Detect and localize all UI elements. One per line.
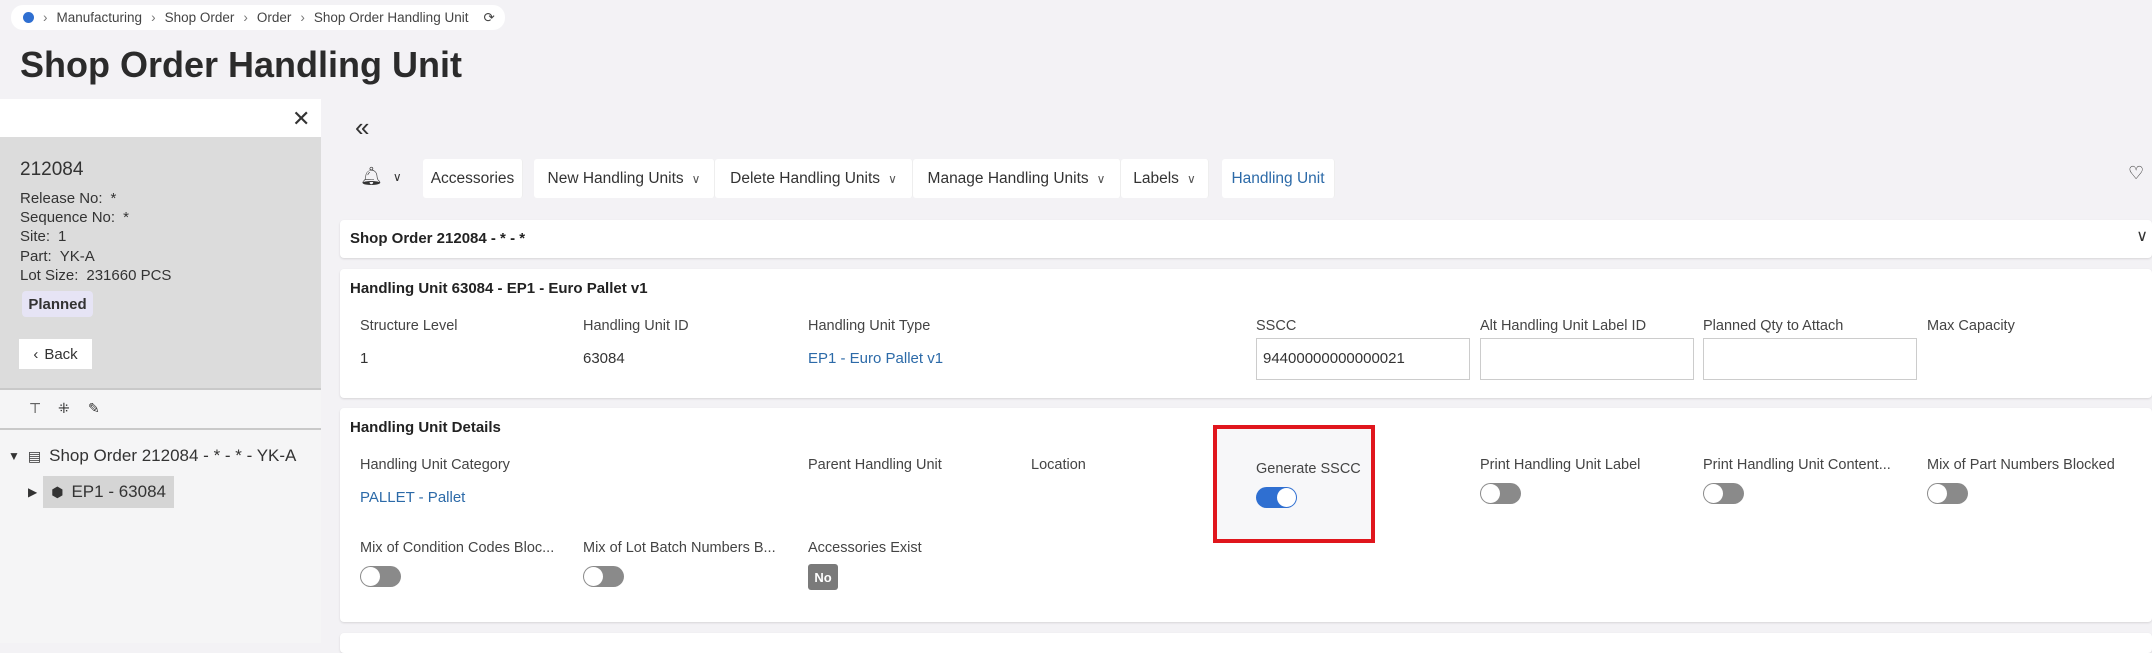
card-title: Handling Unit Details — [350, 419, 501, 436]
next-card — [340, 633, 2152, 653]
category-link[interactable]: PALLET - Pallet — [360, 489, 465, 506]
chevron-right-icon: › — [151, 10, 156, 25]
print-hu-content-label: Print Handling Unit Content... — [1703, 457, 1891, 473]
mix-part-label: Mix of Part Numbers Blocked — [1927, 457, 2115, 473]
document-icon: ▤ — [27, 447, 42, 464]
pin-icon[interactable]: ⊤ — [29, 400, 41, 417]
tree-panel — [0, 388, 321, 643]
generate-sscc-label: Generate SSCC — [1256, 461, 1361, 477]
left-panel-header — [0, 99, 321, 137]
home-icon[interactable] — [23, 12, 34, 23]
caret-down-icon[interactable]: ▼ — [8, 449, 20, 463]
new-handling-units-button[interactable]: New Handling Units ∨ — [534, 159, 715, 198]
page-title: Shop Order Handling Unit — [20, 44, 462, 85]
package-icon: ⬢ — [51, 483, 64, 500]
planned-qty-label: Planned Qty to Attach — [1703, 318, 1844, 334]
tree-item-handling-unit[interactable]: ▶ ⬢ EP1 - 63084 — [28, 476, 174, 508]
tree-item-shop-order[interactable]: ▼ ▤ Shop Order 212084 - * - * - YK-A — [8, 446, 296, 466]
notifications-button[interactable]: 🔔︎ ∨ — [360, 166, 402, 187]
print-hu-content-toggle[interactable] — [1703, 483, 1744, 504]
bell-icon: 🔔︎ — [360, 166, 383, 186]
breadcrumb-current: Shop Order Handling Unit — [313, 10, 469, 25]
location-label: Location — [1031, 457, 1086, 473]
breadcrumb-order[interactable]: Order — [257, 10, 292, 25]
alt-label-id-label: Alt Handling Unit Label ID — [1480, 318, 1647, 334]
sscc-label: SSCC — [1256, 318, 1297, 334]
chevron-right-icon: › — [300, 10, 305, 25]
accessories-exist-label: Accessories Exist — [808, 540, 922, 556]
breadcrumb-shop-order[interactable]: Shop Order — [165, 10, 235, 25]
part: Part: YK-A — [20, 248, 95, 265]
accessories-button[interactable]: Accessories — [423, 159, 523, 198]
sequence-no: Sequence No: * — [20, 209, 129, 226]
chevron-down-icon: ∨ — [888, 171, 897, 186]
labels-button[interactable]: Labels ∨ — [1121, 159, 1209, 198]
refresh-icon[interactable]: ⟳ — [483, 10, 494, 26]
card-title: Handling Unit 63084 - EP1 - Euro Pallet … — [350, 280, 648, 297]
chevron-right-icon: › — [43, 10, 48, 25]
handling-unit-button[interactable]: Handling Unit — [1222, 159, 1335, 198]
favorite-icon[interactable]: ♡ — [2128, 163, 2144, 184]
category-label: Handling Unit Category — [360, 457, 510, 473]
collapse-panel-icon[interactable]: « — [355, 112, 369, 143]
card-title: Shop Order 212084 - * - * — [350, 230, 526, 247]
chevron-down-icon: ∨ — [1096, 171, 1106, 186]
hu-id-value: 63084 — [583, 350, 625, 367]
chevron-left-icon: ‹ — [33, 345, 39, 363]
divider — [0, 428, 321, 430]
generate-sscc-toggle[interactable] — [1256, 487, 1297, 508]
structure-level-value: 1 — [360, 350, 369, 367]
edit-icon[interactable]: ✎ — [88, 400, 100, 417]
mix-part-toggle[interactable] — [1927, 483, 1968, 504]
chevron-down-icon: ∨ — [392, 169, 402, 184]
print-hu-label-toggle[interactable] — [1480, 483, 1521, 504]
shop-order-card[interactable]: Shop Order 212084 - * - * ∨ — [340, 220, 2152, 258]
max-capacity-label: Max Capacity — [1927, 318, 2015, 334]
highlight-box: Generate SSCC — [1213, 425, 1375, 543]
planned-qty-input[interactable] — [1703, 338, 1917, 380]
mix-condition-toggle[interactable] — [360, 566, 401, 587]
order-number: 212084 — [20, 159, 84, 180]
lot-size: Lot Size: 231660 PCS — [20, 267, 172, 284]
hu-type-link[interactable]: EP1 - Euro Pallet v1 — [808, 350, 943, 367]
chevron-down-icon: ∨ — [691, 171, 701, 186]
caret-right-icon[interactable]: ▶ — [28, 485, 37, 499]
mix-lot-toggle[interactable] — [583, 566, 624, 587]
alt-label-id-input[interactable] — [1480, 338, 1694, 380]
parent-hu-label: Parent Handling Unit — [808, 457, 942, 473]
breadcrumb: › Manufacturing › Shop Order › Order › S… — [11, 5, 505, 30]
manage-handling-units-button[interactable]: Manage Handling Units ∨ — [913, 159, 1121, 198]
structure-level-label: Structure Level — [360, 318, 458, 334]
chevron-down-icon[interactable]: ∨ — [2136, 226, 2148, 246]
hu-id-label: Handling Unit ID — [583, 318, 689, 334]
handling-unit-card: Handling Unit 63084 - EP1 - Euro Pallet … — [340, 269, 2152, 398]
chevron-down-icon: ∨ — [1186, 171, 1196, 186]
accessories-exist-badge: No — [808, 564, 838, 590]
hu-type-label: Handling Unit Type — [808, 318, 931, 334]
mix-lot-label: Mix of Lot Batch Numbers B... — [583, 540, 776, 556]
release-no: Release No: * — [20, 190, 117, 207]
back-button[interactable]: ‹ Back — [19, 339, 92, 369]
close-icon[interactable]: ✕ — [292, 106, 310, 132]
delete-handling-units-button[interactable]: Delete Handling Units ∨ — [715, 159, 913, 198]
sscc-input[interactable]: 94400000000000021 — [1256, 338, 1470, 380]
collapse-all-icon[interactable]: ⁜ — [58, 400, 70, 417]
mix-condition-label: Mix of Condition Codes Bloc... — [360, 540, 555, 556]
breadcrumb-manufacturing[interactable]: Manufacturing — [57, 10, 143, 25]
site: Site: 1 — [20, 228, 67, 245]
print-hu-label-label: Print Handling Unit Label — [1480, 457, 1641, 473]
chevron-right-icon: › — [243, 10, 248, 25]
status-badge: Planned — [22, 291, 93, 317]
